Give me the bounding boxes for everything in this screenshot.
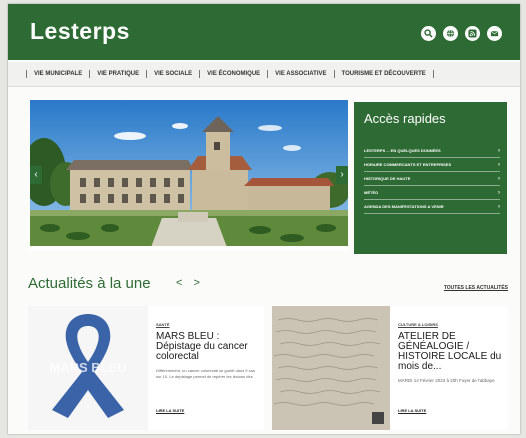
news-card-image[interactable]: MARS BLEU [28,306,148,430]
header-icons [421,26,502,41]
hero-image [30,100,348,250]
news-card-date: MARDI 14 Février 2023 à 20h Foyer de l'a… [398,378,495,383]
quick-access-item[interactable]: LESTERPS ... EN QUELQUES DONNÉES › [364,144,500,158]
svg-text:MARS BLEU: MARS BLEU [49,360,126,375]
quick-access-item[interactable]: HORAIRE COMMERCANTS ET ENTREPRISES › [364,158,500,172]
chevron-right-icon: › [498,189,500,196]
old-manuscript-image [272,306,390,430]
nav-item-vie-economique[interactable]: VIE ÉCONOMIQUE [199,70,267,78]
mail-icon[interactable] [487,26,502,41]
news-card-title[interactable]: ATELIER DE GÉNÉALOGIE / HISTOIRE LOCALE … [398,332,506,372]
news-card[interactable]: SANTÉ MARS BLEU : Dépistage du cancer co… [148,306,264,430]
slider-prev-button[interactable]: ‹ [30,166,42,184]
chevron-right-icon: › [498,147,500,154]
news-carousel-arrows[interactable]: < > [176,277,204,289]
chevron-right-icon: › [498,161,500,168]
quick-access-item[interactable]: MÉTÉO › [364,186,500,200]
quick-access-item[interactable]: AGENDA DES MANIFESTATIONS A VENIR › [364,200,500,214]
site-header: Lesterps [8,4,520,60]
site-title[interactable]: Lesterps [30,18,130,45]
main-nav: VIE MUNICIPALE VIE PRATIQUE VIE SOCIALE … [8,62,520,87]
slider-next-button[interactable]: › [336,166,348,184]
read-more-link[interactable]: LIRE LA SUITE [156,408,184,413]
chevron-right-icon: › [498,203,500,210]
quick-access-title: Accès rapides [364,111,446,126]
quick-access-list: LESTERPS ... EN QUELQUES DONNÉES › HORAIR… [364,144,500,214]
globe-icon[interactable] [443,26,458,41]
nav-item-vie-pratique[interactable]: VIE PRATIQUE [89,70,146,78]
news-card[interactable]: CULTURE & LOISIRS ATELIER DE GÉNÉALOGIE … [390,306,508,430]
news-heading: Actualités à la une [28,275,151,292]
quick-access-panel: Accès rapides LESTERPS ... EN QUELQUES D… [354,102,507,254]
nav-item-vie-municipale[interactable]: VIE MUNICIPALE [26,70,89,78]
news-card-category[interactable]: CULTURE & LOISIRS [398,322,438,327]
hero-slider[interactable]: ‹ › [30,100,348,250]
nav-item-vie-associative[interactable]: VIE ASSOCIATIVE [267,70,333,78]
all-news-link[interactable]: TOUTES LES ACTUALITÉS [444,285,508,291]
page: Lesterps VIE MUNICIPALE VIE PRATIQUE VIE… [8,4,520,434]
chevron-right-icon: › [498,175,500,182]
news-card-title[interactable]: MARS BLEU : Dépistage du cancer colorect… [156,332,260,362]
news-card-category[interactable]: SANTÉ [156,322,170,327]
nav-item-vie-sociale[interactable]: VIE SOCIALE [146,70,199,78]
search-icon[interactable] [421,26,436,41]
read-more-link[interactable]: LIRE LA SUITE [398,408,426,413]
news-card-image[interactable] [272,306,390,430]
quick-access-item[interactable]: HISTORIQUE DE HAUTE › [364,172,500,186]
news-card-excerpt: Différemment, un cancer colorectal se gu… [156,368,255,379]
rss-icon[interactable] [465,26,480,41]
blue-ribbon-image: MARS BLEU [49,314,127,418]
nav-item-tourisme[interactable]: TOURISME ET DÉCOUVERTE [333,70,434,78]
qr-code-icon [372,412,384,424]
